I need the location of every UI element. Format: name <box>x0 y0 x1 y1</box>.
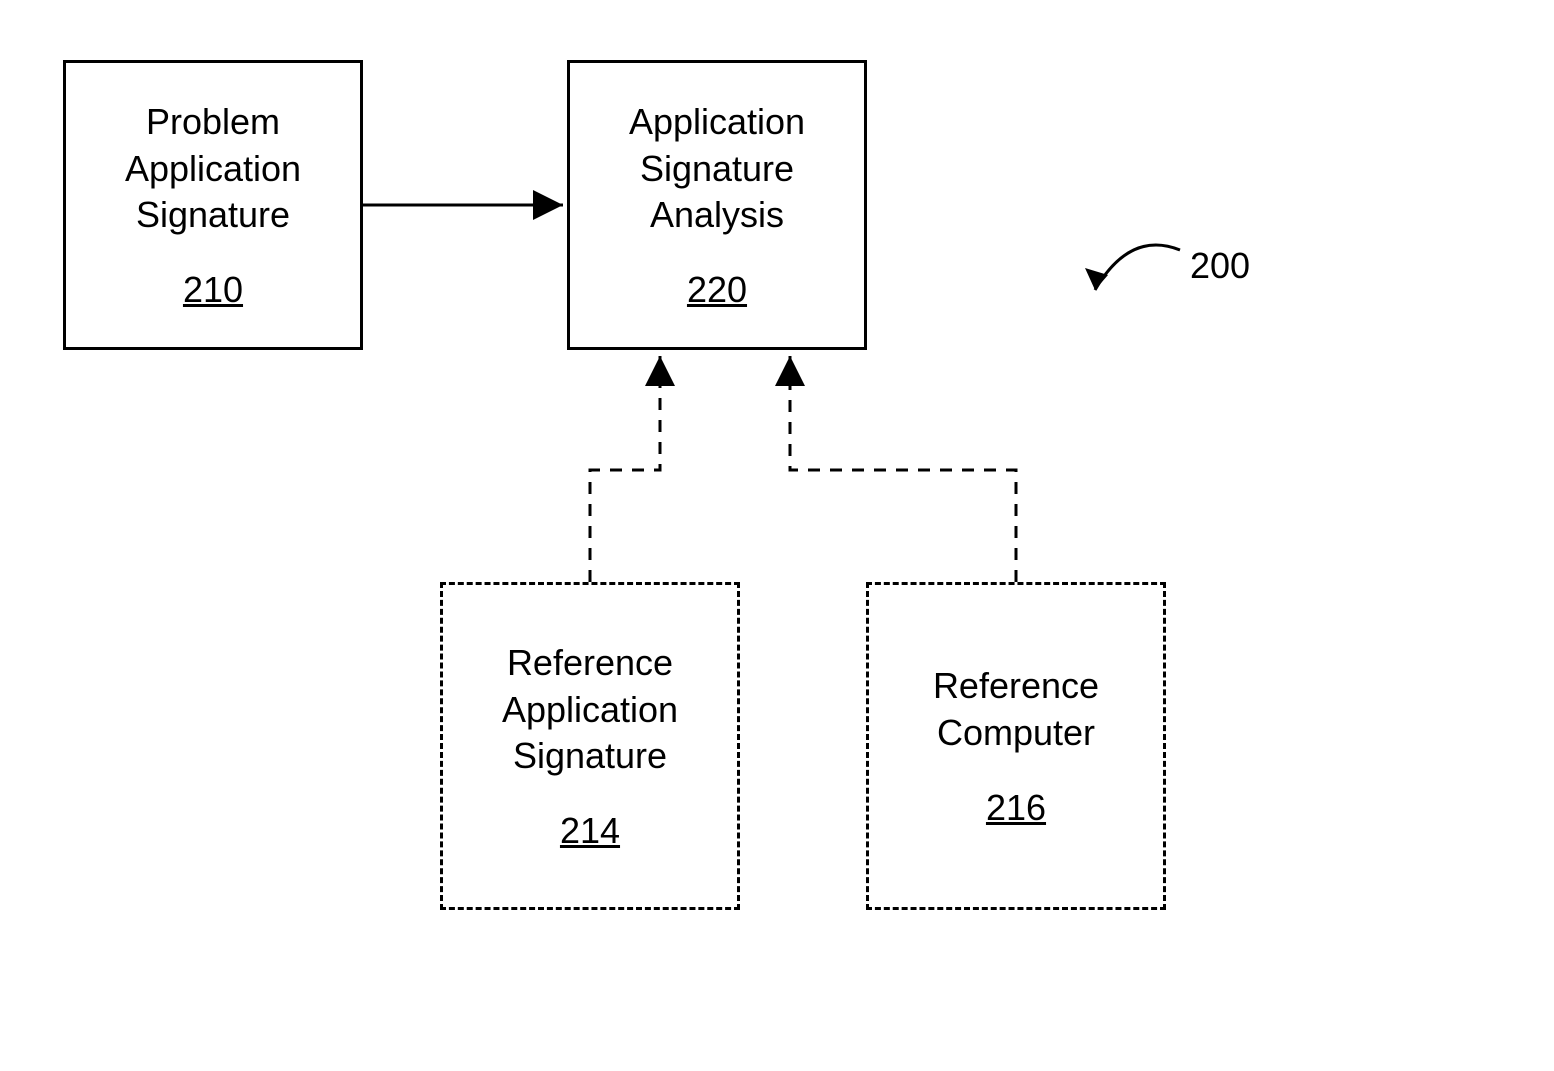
arrow-214-to-220 <box>590 356 660 582</box>
box-reference-computer: Reference Computer 216 <box>866 582 1166 910</box>
box-problem-title: Problem Application Signature <box>66 99 360 239</box>
box-analysis-ref: 220 <box>687 269 747 311</box>
box-refapp-ref: 214 <box>560 810 620 852</box>
box-refcomp-title: Reference Computer <box>869 663 1163 757</box>
box-refcomp-ref: 216 <box>986 787 1046 829</box>
arrow-216-to-220 <box>790 356 1016 582</box>
box-reference-application-signature: Reference Application Signature 214 <box>440 582 740 910</box>
box-application-signature-analysis: Application Signature Analysis 220 <box>567 60 867 350</box>
box-analysis-title: Application Signature Analysis <box>570 99 864 239</box>
pointer-200-head <box>1085 268 1108 290</box>
pointer-200 <box>1095 245 1180 290</box>
box-refapp-title: Reference Application Signature <box>443 640 737 780</box>
box-problem-ref: 210 <box>183 269 243 311</box>
box-problem-application-signature: Problem Application Signature 210 <box>63 60 363 350</box>
diagram-label: 200 <box>1190 245 1250 287</box>
